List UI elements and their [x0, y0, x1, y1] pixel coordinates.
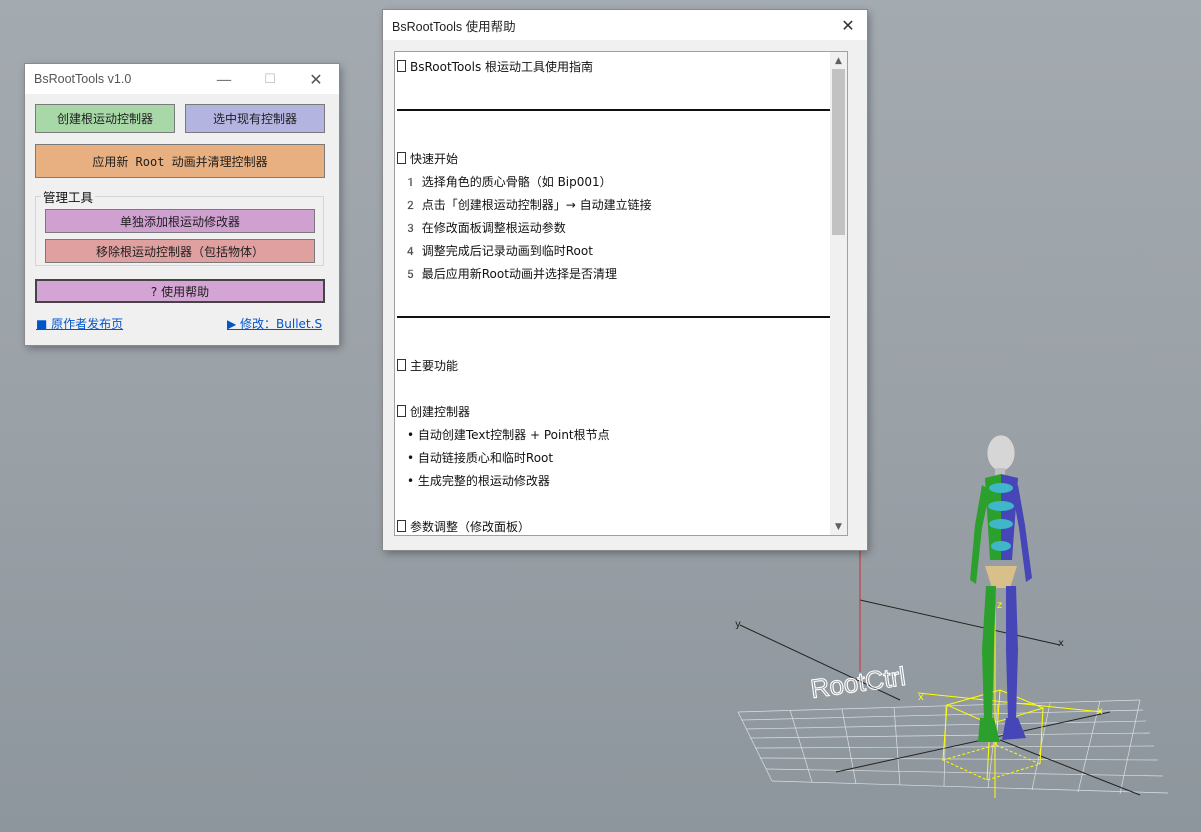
scroll-thumb[interactable]	[832, 69, 845, 235]
axis-x-label: x	[1058, 638, 1064, 649]
emoji-placeholder-icon	[397, 60, 406, 72]
create-controller-button[interactable]: 创建根运动控制器	[35, 104, 175, 133]
ground-grid	[737, 699, 1169, 795]
axis-y-label: y	[735, 619, 741, 630]
quick-start-heading: 快速开始	[397, 150, 458, 167]
separator	[397, 316, 830, 318]
feature-bullet: • 生成完整的根运动修改器	[407, 474, 550, 488]
help-heading: BsRootTools 根运动工具使用指南	[397, 58, 593, 75]
help-titlebar[interactable]: BsRootTools 使用帮助 ✕	[383, 10, 867, 40]
emoji-placeholder-icon	[397, 152, 406, 164]
minimize-icon[interactable]: —	[201, 64, 247, 94]
create-controller-heading: 创建控制器	[397, 403, 470, 420]
step-item: 5️ 最后应用新Root动画并选择是否清理	[403, 267, 617, 281]
add-modifier-button[interactable]: 单独添加根运动修改器	[45, 209, 315, 233]
scroll-up-icon[interactable]: ▲	[830, 52, 847, 69]
tools-window: BsRootTools v1.0 — ☐ ✕ 创建根运动控制器 选中现有控制器 …	[25, 64, 339, 345]
step-item: 4️ 调整完成后记录动画到临时Root	[403, 244, 593, 258]
modified-by-link[interactable]: ▶ 修改：Bullet.S	[227, 315, 322, 332]
scroll-down-icon[interactable]: ▼	[830, 518, 847, 535]
emoji-placeholder-icon	[397, 405, 406, 417]
rootctrl-text[interactable]: RootCtrl	[808, 660, 908, 704]
close-icon[interactable]: ✕	[293, 64, 339, 94]
maximize-icon: ☐	[264, 71, 276, 87]
main-features-heading: 主要功能	[397, 357, 458, 374]
emoji-placeholder-icon	[397, 359, 406, 371]
step-item: 3️ 在修改面板调整根运动参数	[403, 221, 566, 235]
help-button[interactable]: ? 使用帮助	[35, 279, 325, 303]
emoji-placeholder-icon	[397, 520, 406, 532]
help-close-icon[interactable]: ✕	[829, 10, 867, 40]
step-item: 1️ 选择角色的质心骨骼（如 Bip001）	[403, 175, 612, 189]
remove-controller-button[interactable]: 移除根运动控制器（包括物体）	[45, 239, 315, 263]
help-window-title: BsRootTools 使用帮助	[392, 19, 516, 34]
param-adjust-heading: 参数调整（修改面板）	[397, 518, 530, 535]
help-content-area[interactable]: BsRootTools 根运动工具使用指南 快速开始 1️ 选择角色的质心骨骼（…	[394, 51, 848, 536]
management-tools-label: 管理工具	[41, 187, 96, 206]
axis-lines	[739, 599, 1141, 796]
feature-bullet: • 自动链接质心和临时Root	[407, 451, 554, 465]
original-author-link[interactable]: ■ 原作者发布页	[36, 315, 123, 332]
step-item: 2️ 点击「创建根运动控制器」→ 自动建立链接	[403, 198, 652, 212]
gizmo-x-label: x	[918, 692, 924, 703]
apply-root-animation-button[interactable]: 应用新 Root 动画并清理控制器	[35, 144, 325, 178]
help-window: BsRootTools 使用帮助 ✕ BsRootTools 根运动工具使用指南…	[383, 10, 867, 550]
feature-bullet: • 自动创建Text控制器 + Point根节点	[407, 428, 610, 442]
tools-window-title: BsRootTools v1.0	[34, 72, 132, 86]
gizmo-z-label: z	[997, 600, 1002, 611]
gizmo-x-label-2: x	[1097, 706, 1103, 717]
select-controller-button[interactable]: 选中现有控制器	[185, 104, 325, 133]
tools-titlebar[interactable]: BsRootTools v1.0 — ☐ ✕	[25, 64, 339, 94]
help-scrollbar[interactable]: ▲ ▼	[830, 52, 847, 535]
separator	[397, 109, 830, 111]
